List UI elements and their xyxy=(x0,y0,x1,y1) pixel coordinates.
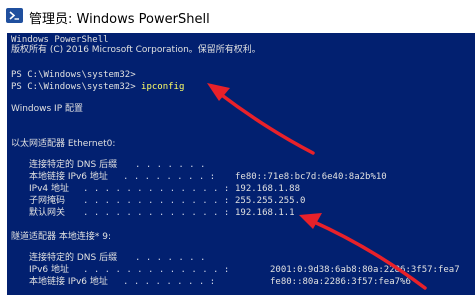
annotation-arrows xyxy=(207,83,427,290)
powershell-icon xyxy=(6,8,23,23)
window-title: 管理员: Windows PowerShell xyxy=(29,12,210,27)
arrow-to-gateway xyxy=(299,213,427,290)
powershell-window: 管理员: Windows PowerShell Windows PowerShe… xyxy=(0,0,475,295)
title-bar[interactable]: 管理员: Windows PowerShell xyxy=(0,0,475,33)
arrow-to-command xyxy=(207,83,315,155)
console-area[interactable]: Windows PowerShell 版权所有 (C) 2016 Microso… xyxy=(7,33,475,295)
